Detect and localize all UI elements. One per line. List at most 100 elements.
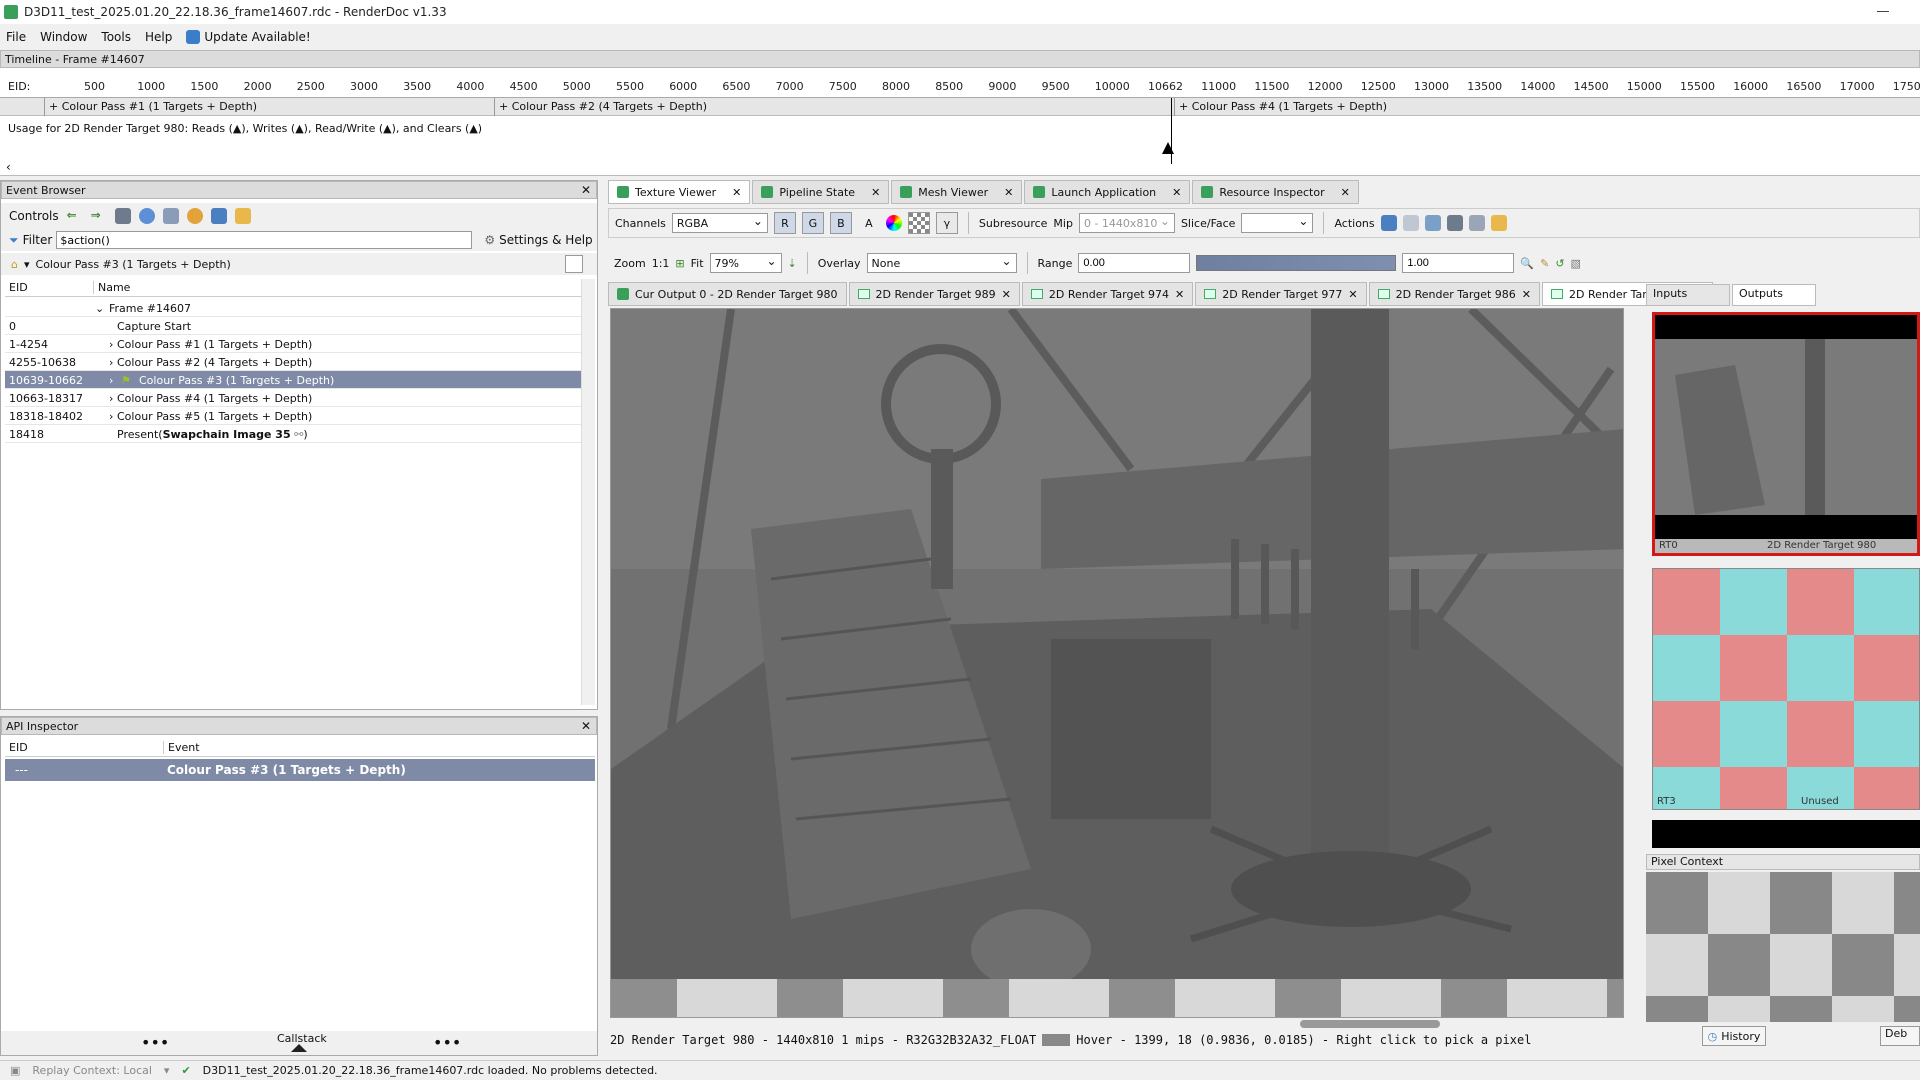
reset-range-icon[interactable]: ↺ <box>1555 257 1564 270</box>
flip-icon[interactable]: ⇣ <box>788 257 797 270</box>
col-name-header[interactable]: Name <box>93 281 130 294</box>
close-icon[interactable]: ✕ <box>581 183 591 197</box>
red-channel-toggle[interactable]: R <box>773 212 796 234</box>
tab-launch-application[interactable]: Launch Application ✕ <box>1024 180 1191 204</box>
zoom-1-1-button[interactable]: 1:1 <box>652 257 670 270</box>
tab-render-target-977[interactable]: 2D Render Target 977 ✕ <box>1195 282 1367 306</box>
back-arrow-icon[interactable]: ⇐ <box>67 208 83 224</box>
output-thumbnail-next[interactable] <box>1652 820 1920 848</box>
chevron-right-icon[interactable]: › <box>109 338 113 351</box>
close-icon[interactable]: ✕ <box>1004 186 1013 199</box>
range-min-input[interactable] <box>1078 253 1191 273</box>
col-event-header[interactable]: Event <box>163 741 200 754</box>
pixel-context-view[interactable] <box>1646 872 1920 1022</box>
fit-button[interactable]: Fit <box>691 257 704 270</box>
tree-row[interactable]: 0 Capture Start <box>5 317 581 335</box>
gamma-toggle[interactable]: γ <box>935 212 958 234</box>
timeline-ruler[interactable]: EID: 500 1000 1500 2000 2500 3000 3500 4000 4500… <box>0 72 1920 112</box>
chevron-right-icon[interactable]: › <box>109 356 113 369</box>
tree-row-frame[interactable]: ⌄ Frame #14607 <box>5 299 581 317</box>
tab-inputs[interactable]: Inputs <box>1646 284 1730 306</box>
output-thumbnail-rt3[interactable]: RT3 Unused <box>1652 568 1920 810</box>
close-icon[interactable]: ✕ <box>732 186 741 199</box>
timeline-pass-4[interactable]: + Colour Pass #4 (1 Targets + Depth) <box>1174 98 1914 116</box>
scroll-left-icon[interactable]: ‹ <box>6 160 11 174</box>
zoom-select[interactable]: 79% <box>709 253 782 273</box>
menu-help[interactable]: Help <box>145 30 172 44</box>
timeline-pass-1[interactable]: + Colour Pass #1 (1 Targets + Depth) <box>44 98 492 116</box>
save-texture-icon[interactable] <box>1380 215 1397 231</box>
debug-button[interactable]: Deb <box>1880 1026 1920 1046</box>
tree-row[interactable]: 18418 Present(Swapchain Image 35 ⚯) <box>5 425 581 443</box>
close-icon[interactable]: ✕ <box>1002 288 1011 301</box>
forward-arrow-icon[interactable]: ⇒ <box>91 208 107 224</box>
range-slider[interactable] <box>1196 255 1397 271</box>
fit-icon[interactable]: ⊞ <box>675 257 684 270</box>
close-icon[interactable]: ✕ <box>1172 186 1181 199</box>
output-thumbnail-rt0[interactable]: RT0 2D Render Target 980 <box>1652 312 1920 556</box>
menu-window[interactable]: Window <box>40 30 87 44</box>
col-eid-header[interactable]: EID <box>9 281 28 294</box>
chevron-down-icon[interactable]: ⌄ <box>95 302 104 315</box>
menu-tools[interactable]: Tools <box>101 30 131 44</box>
minimize-icon[interactable] <box>1876 4 1890 18</box>
event-scrollbar[interactable] <box>581 279 595 705</box>
range-max-input[interactable] <box>1402 253 1515 273</box>
tab-outputs[interactable]: Outputs <box>1732 284 1816 306</box>
stats-icon[interactable] <box>162 208 179 224</box>
replay-context[interactable]: Replay Context: Local <box>32 1064 152 1077</box>
checkerboard-toggle[interactable] <box>907 212 930 234</box>
tree-row[interactable]: 18318-18402 › Colour Pass #5 (1 Targets … <box>5 407 581 425</box>
horizontal-scrollbar[interactable] <box>610 1018 1624 1030</box>
scroll-thumb[interactable] <box>1300 1020 1440 1028</box>
chevron-right-icon[interactable]: › <box>109 410 113 423</box>
expand-up-icon[interactable] <box>291 1044 307 1052</box>
menu-file[interactable]: File <box>6 30 26 44</box>
chevron-down-icon[interactable]: ▾ <box>164 1064 170 1077</box>
close-icon[interactable]: ✕ <box>1348 288 1357 301</box>
link-icon[interactable] <box>1468 215 1485 231</box>
tab-render-target-986[interactable]: 2D Render Target 986 ✕ <box>1368 282 1540 306</box>
update-available-button[interactable]: Update Available! <box>186 30 311 44</box>
colorize-icon[interactable] <box>186 208 203 224</box>
close-icon[interactable]: ✕ <box>1341 186 1350 199</box>
chevron-right-icon[interactable]: › <box>109 392 113 405</box>
tab-mesh-viewer[interactable]: Mesh Viewer ✕ <box>891 180 1023 204</box>
find-icon[interactable] <box>114 208 131 224</box>
open-resource-icon[interactable] <box>1424 215 1441 231</box>
tab-render-target-989[interactable]: 2D Render Target 989 ✕ <box>848 282 1020 306</box>
breadcrumb-item[interactable]: Colour Pass #3 (1 Targets + Depth) <box>36 258 231 271</box>
settings-help-button[interactable]: Settings & Help <box>499 233 593 247</box>
api-row-selected[interactable]: --- Colour Pass #3 (1 Targets + Depth) <box>5 759 595 781</box>
close-icon[interactable]: ✕ <box>1522 288 1531 301</box>
timeline-pass-2[interactable]: + Colour Pass #2 (4 Targets + Depth) <box>494 98 1170 116</box>
more-icon[interactable]: ••• <box>433 1033 461 1052</box>
tab-pipeline-state[interactable]: Pipeline State ✕ <box>752 180 890 204</box>
filter-input[interactable] <box>56 231 473 249</box>
tree-row[interactable]: 1-4254 › Colour Pass #1 (1 Targets + Dep… <box>5 335 581 353</box>
find-icon[interactable] <box>1446 215 1463 231</box>
bookmark-icon[interactable] <box>234 208 251 224</box>
close-icon[interactable]: ✕ <box>1175 288 1184 301</box>
auto-fit-icon[interactable]: ✎ <box>1540 257 1549 270</box>
chevron-right-icon[interactable]: › <box>109 374 113 387</box>
chevron-down-icon[interactable]: ▾ <box>24 258 30 271</box>
tab-texture-viewer[interactable]: Texture Viewer ✕ <box>608 180 751 204</box>
overlay-select[interactable]: None <box>866 253 1017 273</box>
channels-select[interactable]: RGBA <box>671 213 768 233</box>
tab-resource-inspector[interactable]: Resource Inspector ✕ <box>1192 180 1359 204</box>
mip-select[interactable]: 0 - 1440x810 <box>1078 213 1175 233</box>
tab-cur-output[interactable]: Cur Output 0 - 2D Render Target 980 <box>608 282 847 306</box>
zoom-range-icon[interactable]: 🔍 <box>1520 257 1534 270</box>
copy-icon[interactable] <box>1402 215 1419 231</box>
link-icon[interactable]: ⚯ <box>291 428 303 441</box>
save-icon[interactable] <box>210 208 227 224</box>
home-icon[interactable]: ⌂ <box>11 258 18 271</box>
histogram-icon[interactable]: ▧ <box>1571 257 1581 270</box>
history-button[interactable]: ◷ History <box>1702 1026 1766 1046</box>
slice-face-select[interactable] <box>1241 213 1314 233</box>
timer-icon[interactable] <box>138 208 155 224</box>
close-icon[interactable]: ✕ <box>581 719 591 733</box>
settings-dropdown-icon[interactable] <box>1490 215 1507 231</box>
tree-row[interactable]: 10663-18317 › Colour Pass #4 (1 Targets … <box>5 389 581 407</box>
